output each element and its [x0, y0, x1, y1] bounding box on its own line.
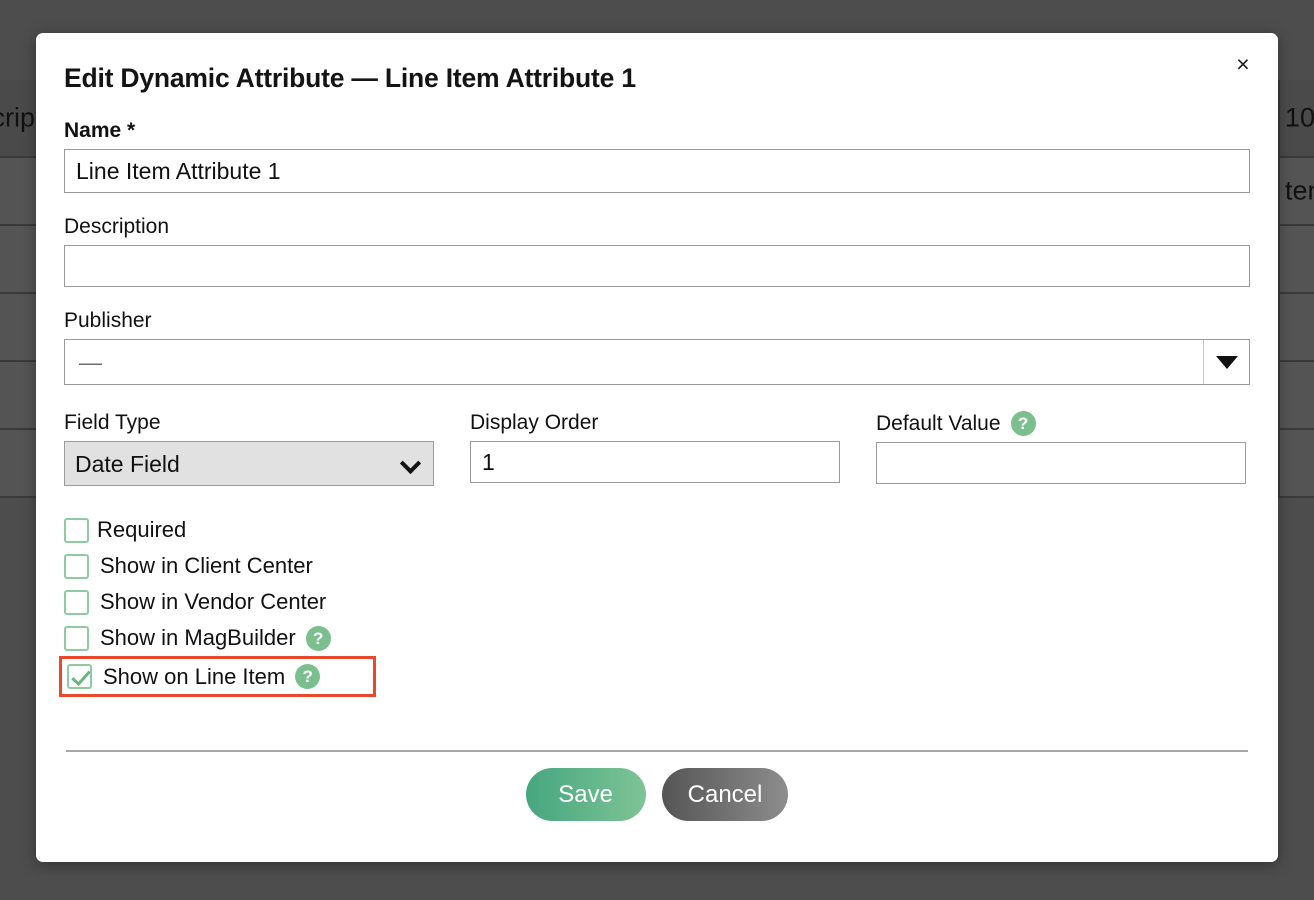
show-in-vendor-center-checkbox[interactable]: [64, 589, 89, 615]
default-value-label: Default Value: [876, 411, 1001, 435]
background-column-divider: [1278, 158, 1280, 224]
close-icon[interactable]: ×: [1226, 47, 1260, 81]
show-on-line-item-checkbox[interactable]: [67, 664, 92, 689]
save-button[interactable]: Save: [525, 768, 646, 821]
field-type-label: Field Type: [64, 411, 161, 434]
checkbox-row-show-in-client-center[interactable]: Show in Client Center: [64, 548, 1250, 584]
name-input[interactable]: [64, 149, 1250, 193]
publisher-selected-value: —: [79, 348, 102, 375]
show-in-vendor-center-label: Show in Vendor Center: [100, 589, 327, 614]
footer-divider: [66, 750, 1248, 752]
dialog-body: Name * Description Publisher — Field Typ…: [59, 119, 1250, 697]
description-label: Description: [64, 215, 170, 238]
display-order-input[interactable]: [470, 441, 840, 483]
show-in-magbuilder-label: Show in MagBuilder: [100, 625, 296, 650]
publisher-label: Publisher: [64, 309, 152, 332]
description-field-group: Description: [64, 215, 1250, 287]
background-header-cell-count: 10 I: [1284, 102, 1314, 133]
checkbox-row-show-in-vendor-center[interactable]: Show in Vendor Center: [64, 584, 1250, 620]
required-label: Required: [97, 517, 187, 542]
display-order-group: Display Order: [470, 411, 840, 486]
name-field-group: Name *: [64, 119, 1250, 193]
show-in-client-center-checkbox[interactable]: [64, 553, 89, 579]
background-header-cell-description: scrip: [0, 102, 36, 133]
field-type-select-wrapper: Date Field: [64, 441, 434, 486]
triangle-down-icon: [1215, 355, 1238, 369]
background-column-divider: [1278, 226, 1280, 292]
required-checkbox[interactable]: [64, 517, 89, 543]
background-column-divider: [1278, 430, 1280, 496]
publisher-field-group: Publisher —: [64, 309, 1250, 385]
show-in-magbuilder-help-icon[interactable]: ?: [305, 625, 331, 651]
description-input[interactable]: [64, 245, 1250, 287]
background-cell-right: tem: [1284, 175, 1314, 206]
publisher-dropdown[interactable]: —: [64, 339, 1250, 385]
name-label: Name *: [64, 119, 136, 142]
field-type-select[interactable]: Date Field: [64, 441, 434, 486]
field-type-group: Field Type Date Field: [64, 411, 434, 486]
publisher-dropdown-button[interactable]: [1203, 340, 1249, 384]
show-on-line-item-label: Show on Line Item: [103, 663, 286, 689]
show-in-client-center-label: Show in Client Center: [100, 553, 313, 578]
default-value-input[interactable]: [876, 442, 1246, 484]
default-value-help-icon[interactable]: ?: [1010, 411, 1036, 436]
background-column-divider: [1278, 294, 1280, 360]
attribute-visibility-options: Required Show in Client Center Show in V…: [59, 512, 1250, 697]
dialog-title: Edit Dynamic Attribute — Line Item Attri…: [64, 63, 636, 93]
default-value-group: Default Value ?: [876, 411, 1246, 486]
field-options-row: Field Type Date Field Display Order Defa…: [64, 411, 1250, 486]
background-column-divider: [1278, 362, 1280, 428]
show-on-line-item-help-icon[interactable]: ?: [295, 664, 321, 689]
display-order-label: Display Order: [470, 411, 599, 434]
default-value-label-row: Default Value ?: [876, 411, 1246, 436]
dialog-footer: Save Cancel: [36, 768, 1278, 821]
checkbox-row-show-in-magbuilder[interactable]: Show in MagBuilder ?: [64, 620, 1250, 656]
show-in-magbuilder-checkbox[interactable]: [64, 625, 89, 651]
background-column-divider: [1278, 80, 1280, 156]
checkbox-row-show-on-line-item[interactable]: Show on Line Item ?: [59, 656, 376, 697]
cancel-button[interactable]: Cancel: [661, 768, 789, 821]
edit-dynamic-attribute-dialog: × Edit Dynamic Attribute — Line Item Att…: [36, 33, 1278, 862]
checkbox-row-required[interactable]: Required: [64, 512, 1250, 548]
